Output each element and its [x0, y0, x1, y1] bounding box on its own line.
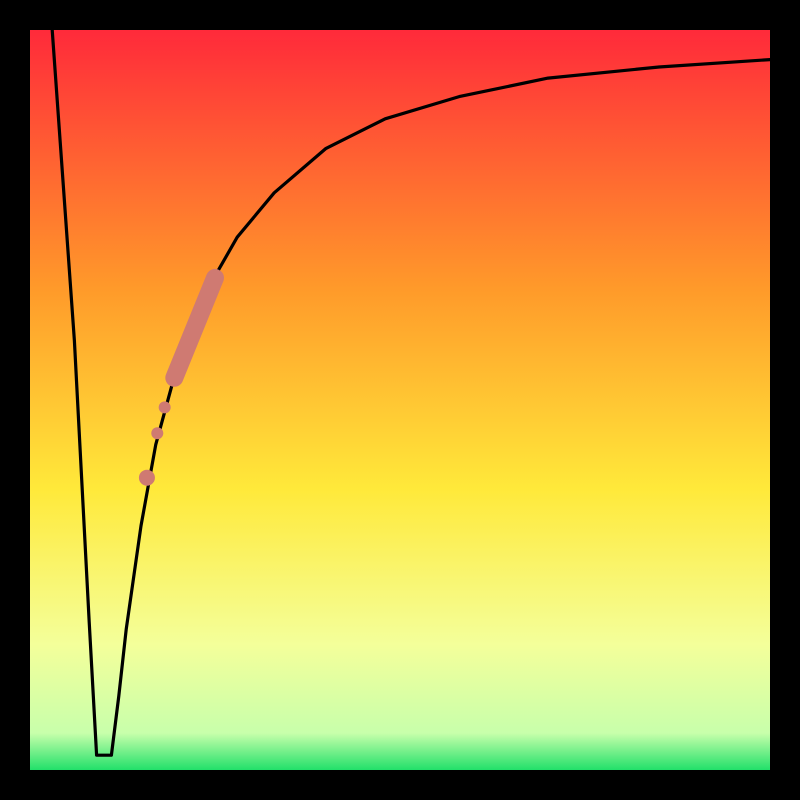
marker-dot-2	[151, 427, 163, 439]
chart-frame: TheBottleneck.com	[0, 0, 800, 800]
frame-bottom	[0, 770, 800, 800]
marker-dot-3	[139, 470, 155, 486]
bottleneck-chart	[0, 0, 800, 800]
marker-dot-1	[159, 401, 171, 413]
frame-top	[0, 0, 800, 30]
frame-right	[770, 0, 800, 800]
plot-background	[30, 30, 770, 770]
frame-left	[0, 0, 30, 800]
